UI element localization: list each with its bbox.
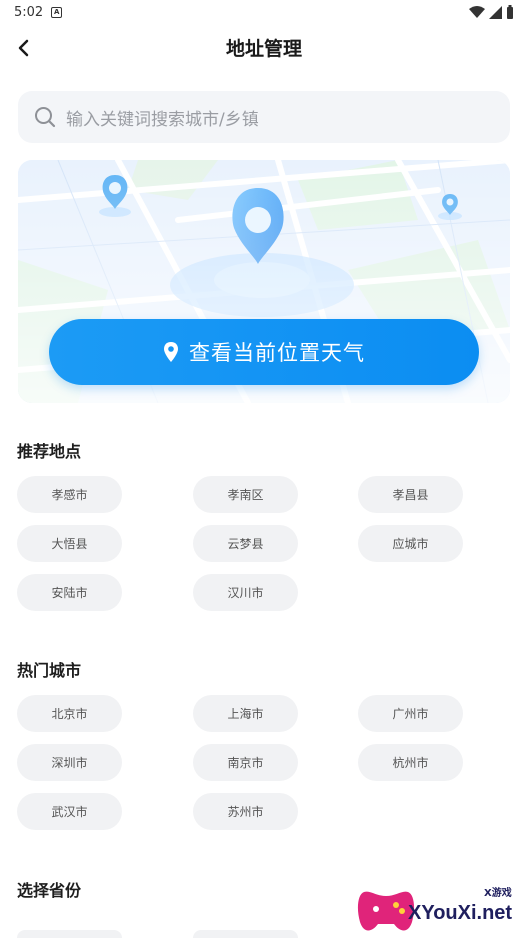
search-placeholder: 输入关键词搜索城市/乡镇 <box>66 109 259 130</box>
chip-hot-city[interactable]: 深圳市 <box>17 744 122 781</box>
section-title-hot-cities: 热门城市 <box>17 661 82 680</box>
signal-icon <box>489 5 502 19</box>
chip-hot-city[interactable]: 杭州市 <box>358 744 463 781</box>
chip-hot-city[interactable]: 武汉市 <box>17 793 122 830</box>
watermark-text: XYouXi.net <box>408 902 513 924</box>
search-icon <box>35 107 56 128</box>
sim-icon: A <box>51 6 63 18</box>
chip-recommended[interactable]: 安陆市 <box>17 574 122 611</box>
section-title-recommended: 推荐地点 <box>17 442 82 461</box>
section-title-province: 选择省份 <box>17 881 82 900</box>
location-marker-icon <box>164 342 178 362</box>
chip-hot-city[interactable]: 南京市 <box>193 744 298 781</box>
chip-hot-city[interactable]: 上海市 <box>193 695 298 732</box>
chip-hot-city[interactable]: 广州市 <box>358 695 463 732</box>
view-current-location-weather-button[interactable]: 查看当前位置天气 <box>49 319 479 385</box>
chip-recommended[interactable]: 孝昌县 <box>358 476 463 513</box>
chip-recommended[interactable]: 孝感市 <box>17 476 122 513</box>
chip-recommended[interactable]: 应城市 <box>358 525 463 562</box>
wifi-icon <box>469 5 485 18</box>
status-time: 5:02 <box>14 4 44 20</box>
search-input[interactable]: 输入关键词搜索城市/乡镇 <box>18 91 510 143</box>
watermark-logo: X游戏 XYouXi.net <box>356 878 528 938</box>
location-button-label: 查看当前位置天气 <box>189 341 365 365</box>
page-title: 地址管理 <box>225 38 302 60</box>
status-bar: 5:02 A <box>0 0 528 24</box>
chip-recommended[interactable]: 云梦县 <box>193 525 298 562</box>
chip-recommended[interactable]: 大悟县 <box>17 525 122 562</box>
chip-recommended[interactable]: 汉川市 <box>193 574 298 611</box>
chip-recommended[interactable]: 孝南区 <box>193 476 298 513</box>
chip-province-partial[interactable] <box>17 930 122 938</box>
chip-province-partial[interactable] <box>193 930 298 938</box>
header: 地址管理 <box>0 28 528 68</box>
watermark-small-text: X游戏 <box>484 888 512 899</box>
gamepad-logo-icon <box>357 891 415 931</box>
battery-icon <box>507 5 513 19</box>
chip-hot-city[interactable]: 苏州市 <box>193 793 298 830</box>
chip-hot-city[interactable]: 北京市 <box>17 695 122 732</box>
